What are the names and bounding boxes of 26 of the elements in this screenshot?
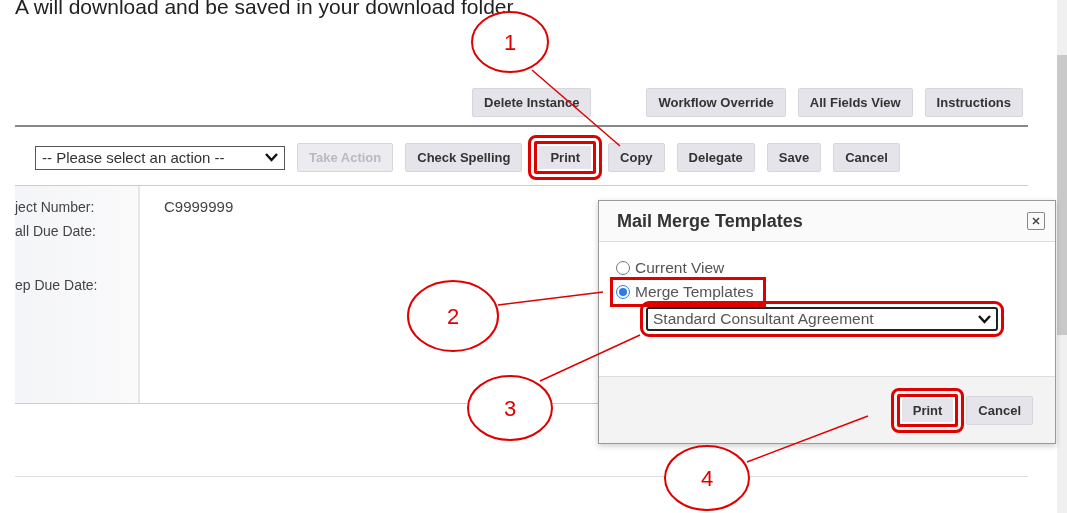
toolbar-button[interactable]: Workflow Override	[646, 88, 786, 117]
dialog-button[interactable]: Cancel	[966, 395, 1033, 425]
callout-number: 3	[467, 375, 553, 441]
action-button[interactable]: Copy	[608, 143, 665, 172]
caret-icon	[265, 153, 278, 162]
radio-button[interactable]	[616, 285, 630, 299]
scrollbar[interactable]	[1057, 0, 1067, 513]
action-select[interactable]: -- Please select an action --	[35, 145, 285, 170]
radio-button[interactable]	[616, 261, 630, 275]
toolbar-button[interactable]: All Fields View	[797, 88, 913, 117]
radio-option[interactable]: Merge Templates	[616, 283, 760, 301]
dialog-title: Mail Merge Templates	[617, 210, 803, 232]
action-button[interactable]: Check Spelling	[405, 143, 523, 172]
action-button[interactable]: Save	[766, 143, 822, 172]
toolbar-button[interactable]: Instructions	[924, 88, 1023, 117]
caret-icon	[978, 314, 991, 324]
field-label: ep Due Date:	[15, 276, 99, 295]
callout-number: 2	[407, 280, 499, 352]
radio-option[interactable]: Current View	[616, 259, 731, 277]
close-icon[interactable]	[1027, 212, 1045, 230]
field-label: all Due Date:	[15, 222, 97, 241]
action-button[interactable]: Cancel	[833, 143, 900, 172]
action-button[interactable]: Delegate	[676, 143, 755, 172]
field-value: C9999999	[164, 197, 234, 217]
callout-number: 4	[664, 445, 750, 511]
field-label: ject Number:	[15, 198, 96, 217]
